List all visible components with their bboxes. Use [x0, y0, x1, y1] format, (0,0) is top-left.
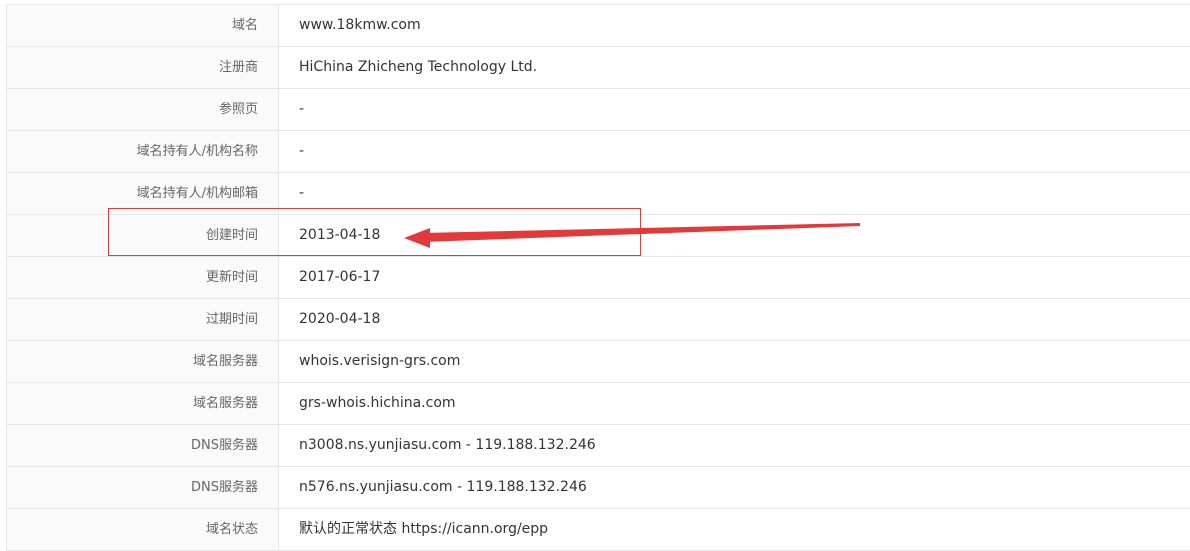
- row-label: 参照页: [7, 89, 279, 130]
- table-row: DNS服务器 n3008.ns.yunjiasu.com - 119.188.1…: [7, 425, 1190, 467]
- row-label: 域名服务器: [7, 341, 279, 382]
- row-value: HiChina Zhicheng Technology Ltd.: [299, 59, 538, 75]
- row-label: 注册商: [7, 47, 279, 88]
- table-row: 域名服务器 whois.verisign-grs.com: [7, 341, 1190, 383]
- row-value: 2020-04-18: [299, 311, 381, 327]
- row-value: whois.verisign-grs.com: [299, 353, 461, 369]
- row-label: DNS服务器: [7, 425, 279, 466]
- table-row: 创建时间 2013-04-18: [7, 215, 1190, 257]
- row-label: 域名持有人/机构邮箱: [7, 173, 279, 214]
- row-label: 域名: [7, 5, 279, 46]
- table-row: 更新时间 2017-06-17: [7, 257, 1190, 299]
- row-value: 默认的正常状态 https://icann.org/epp: [299, 521, 549, 537]
- row-label: 域名服务器: [7, 383, 279, 424]
- table-row: DNS服务器 n576.ns.yunjiasu.com - 119.188.13…: [7, 467, 1190, 509]
- row-label: 域名状态: [7, 509, 279, 550]
- row-value: -: [299, 143, 305, 159]
- table-row: 域名服务器 grs-whois.hichina.com: [7, 383, 1190, 425]
- row-value: grs-whois.hichina.com: [299, 395, 456, 411]
- row-label: 过期时间: [7, 299, 279, 340]
- row-label: 创建时间: [7, 215, 279, 256]
- row-label: 更新时间: [7, 257, 279, 298]
- row-value: 2017-06-17: [299, 269, 381, 285]
- table-row: 过期时间 2020-04-18: [7, 299, 1190, 341]
- row-label: 域名持有人/机构名称: [7, 131, 279, 172]
- creation-date-value: 2013-04-18: [299, 227, 381, 243]
- table-row: 注册商 HiChina Zhicheng Technology Ltd.: [7, 47, 1190, 89]
- row-value: -: [299, 101, 305, 117]
- table-row: 参照页 -: [7, 89, 1190, 131]
- row-value: n576.ns.yunjiasu.com - 119.188.132.246: [299, 479, 587, 495]
- table-row: 域名持有人/机构名称 -: [7, 131, 1190, 173]
- row-label: DNS服务器: [7, 467, 279, 508]
- table-row: 域名状态 默认的正常状态 https://icann.org/epp: [7, 509, 1190, 551]
- row-value: -: [299, 185, 305, 201]
- row-value: n3008.ns.yunjiasu.com - 119.188.132.246: [299, 437, 596, 453]
- table-row: 域名 www.18kmw.com: [7, 5, 1190, 47]
- whois-table: 域名 www.18kmw.com 注册商 HiChina Zhicheng Te…: [6, 4, 1190, 551]
- table-row: 域名持有人/机构邮箱 -: [7, 173, 1190, 215]
- row-value: www.18kmw.com: [299, 17, 421, 33]
